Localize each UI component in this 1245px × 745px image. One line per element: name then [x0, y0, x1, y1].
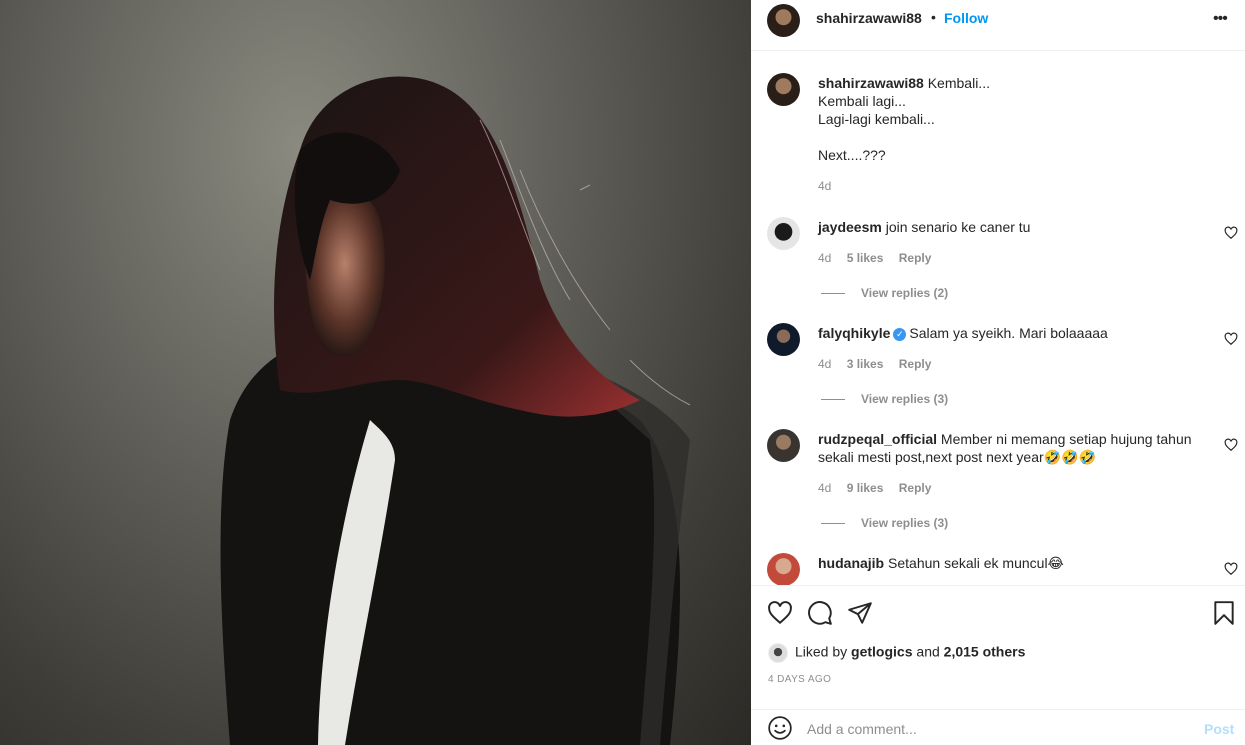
- caption-line: Next....???: [818, 147, 886, 163]
- post-photo-illustration: [220, 76, 691, 745]
- commenter-avatar[interactable]: [767, 323, 800, 356]
- comment-text: falyqhikyle ✓ Salam ya syeikh. Mari bolaaa…: [818, 324, 1208, 342]
- verified-badge-icon: ✓: [893, 327, 907, 341]
- add-comment-bar: Post: [751, 709, 1245, 745]
- reply-button[interactable]: Reply: [899, 357, 932, 371]
- view-replies-label: View replies (3): [861, 516, 949, 530]
- commenter-username[interactable]: rudzpeqal_official: [818, 431, 937, 447]
- comment-time[interactable]: 4d: [818, 251, 831, 265]
- comments-list[interactable]: shahirzawawi88 Kembali... Kembali lagi..…: [751, 52, 1245, 585]
- post-header: shahirzawawi88 • Follow •••: [751, 0, 1245, 51]
- replies-divider: [821, 523, 845, 525]
- view-replies-label: View replies (3): [861, 392, 949, 406]
- comment-text: rudzpeqal_official Member ni memang seti…: [818, 430, 1208, 466]
- liker-avatar[interactable]: [768, 643, 788, 663]
- comment-icon[interactable]: [807, 600, 833, 626]
- liked-by-prefix: Liked by: [795, 643, 848, 660]
- comment-text: jaydeesm join senario ke caner tu: [818, 218, 1208, 236]
- caption-avatar[interactable]: [767, 73, 800, 106]
- commenter-avatar[interactable]: [767, 429, 800, 462]
- like-comment-heart-icon[interactable]: [1224, 332, 1238, 346]
- comment-meta: 4d 9 likes Reply: [818, 481, 943, 495]
- comment-meta: 4d 3 likes Reply: [818, 357, 943, 371]
- post-details-panel: shahirzawawi88 • Follow ••• shahirzawawi…: [751, 0, 1245, 745]
- separator-dot: •: [931, 9, 936, 25]
- commenter-username[interactable]: falyqhikyle: [818, 325, 890, 341]
- view-replies-button[interactable]: View replies (3): [821, 392, 948, 406]
- comment-body: join senario ke caner tu: [885, 219, 1031, 235]
- view-replies-button[interactable]: View replies (2): [821, 286, 948, 300]
- paper-plane-icon[interactable]: [847, 600, 873, 626]
- post-image[interactable]: [0, 0, 751, 745]
- comment-meta: 4d 5 likes Reply: [818, 251, 943, 265]
- post-comment-button[interactable]: Post: [1204, 721, 1234, 737]
- commenter-avatar[interactable]: [767, 553, 800, 585]
- liker-username[interactable]: getlogics: [851, 644, 912, 660]
- heart-icon[interactable]: [767, 600, 793, 626]
- like-comment-heart-icon[interactable]: [1224, 562, 1238, 576]
- caption-meta: 4d: [818, 179, 843, 193]
- commenter-avatar[interactable]: [767, 217, 800, 250]
- emoji-icon[interactable]: [767, 715, 793, 741]
- comment-time[interactable]: 4d: [818, 481, 831, 495]
- commenter-username[interactable]: jaydeesm: [818, 219, 882, 235]
- caption-line: Kembali...: [927, 75, 990, 91]
- comment-body: Salam ya syeikh. Mari bolaaaaa: [909, 325, 1108, 341]
- like-comment-heart-icon[interactable]: [1224, 226, 1238, 240]
- liked-and: and: [916, 643, 940, 660]
- caption-username[interactable]: shahirzawawi88: [818, 75, 924, 91]
- more-options-icon[interactable]: •••: [1213, 11, 1233, 27]
- replies-divider: [821, 293, 845, 295]
- post-actions: Liked by getlogics and 2,015 others 4 DA…: [751, 585, 1245, 695]
- post-timestamp[interactable]: 4 DAYS AGO: [768, 674, 831, 685]
- comment-likes[interactable]: 9 likes: [847, 481, 884, 495]
- likes-others[interactable]: 2,015 others: [944, 644, 1026, 660]
- comment-input[interactable]: [807, 719, 1187, 739]
- bookmark-icon[interactable]: [1211, 600, 1237, 626]
- caption-line: Lagi-lagi kembali...: [818, 111, 935, 127]
- caption-time[interactable]: 4d: [818, 179, 831, 193]
- likes-summary: Liked by getlogics and 2,015 others: [768, 643, 1025, 663]
- caption-line: Kembali lagi...: [818, 93, 906, 109]
- reply-button[interactable]: Reply: [899, 251, 932, 265]
- comment-text: hudanajib Setahun sekali ek muncul😂: [818, 554, 1208, 572]
- replies-divider: [821, 399, 845, 401]
- author-avatar[interactable]: [767, 4, 800, 37]
- comment-time[interactable]: 4d: [818, 357, 831, 371]
- reply-button[interactable]: Reply: [899, 481, 932, 495]
- view-replies-button[interactable]: View replies (3): [821, 516, 948, 530]
- commenter-username[interactable]: hudanajib: [818, 555, 884, 571]
- follow-button[interactable]: Follow: [944, 10, 988, 26]
- like-comment-heart-icon[interactable]: [1224, 438, 1238, 452]
- view-replies-label: View replies (2): [861, 286, 949, 300]
- author-username[interactable]: shahirzawawi88: [816, 10, 922, 26]
- caption: shahirzawawi88 Kembali... Kembali lagi..…: [818, 74, 1208, 164]
- comment-body: Setahun sekali ek muncul😂: [888, 555, 1064, 571]
- comment-likes[interactable]: 5 likes: [847, 251, 884, 265]
- comment-likes[interactable]: 3 likes: [847, 357, 884, 371]
